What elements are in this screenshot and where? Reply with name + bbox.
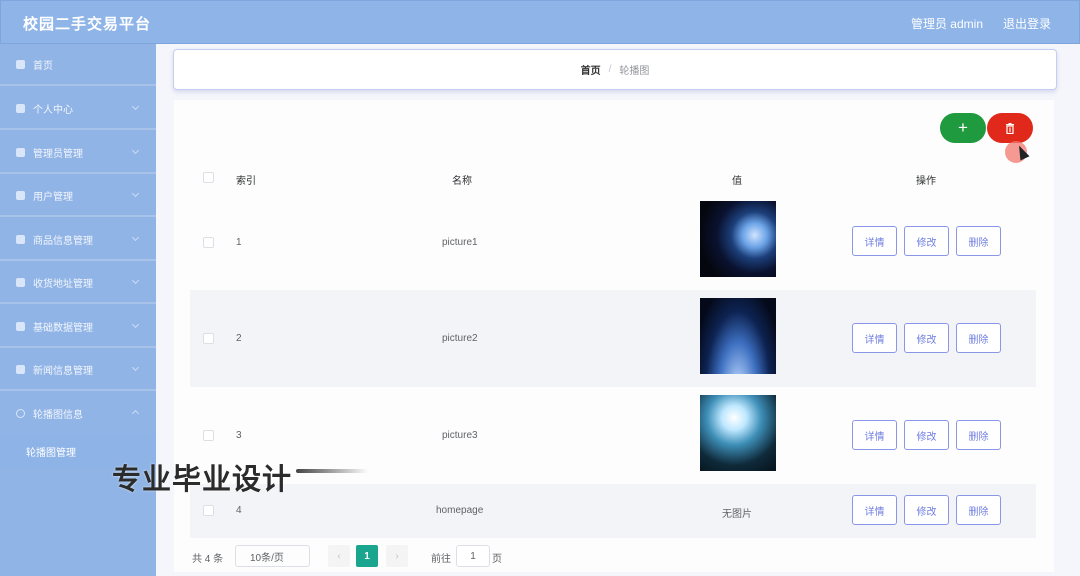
delete-button[interactable]: 删除 — [956, 323, 1001, 353]
row-index: 2 — [236, 333, 242, 344]
add-button[interactable]: + — [940, 113, 986, 143]
sidebar-item-users[interactable]: 用户管理 — [0, 175, 156, 217]
table-row: 1 picture1 详情 修改 删除 — [190, 196, 1036, 290]
logout-link[interactable]: 退出登录 — [1003, 15, 1051, 32]
top-bar: 校园二手交易平台 管理员 admin 退出登录 — [0, 0, 1080, 44]
table-row: 4 homepage 无图片 详情 修改 删除 — [190, 484, 1036, 538]
select-all-checkbox[interactable] — [203, 172, 214, 183]
sidebar-item-label: 收货地址管理 — [33, 278, 93, 290]
row-index: 1 — [236, 237, 242, 248]
app-title: 校园二手交易平台 — [23, 16, 152, 33]
row-index: 3 — [236, 430, 242, 441]
detail-button[interactable]: 详情 — [852, 323, 897, 353]
row-name: picture1 — [442, 237, 478, 248]
home-icon — [16, 59, 25, 69]
row-checkbox[interactable] — [203, 333, 214, 344]
row-checkbox[interactable] — [203, 430, 214, 441]
chevron-down-icon — [131, 233, 140, 242]
breadcrumb: 首页 / 轮播图 — [173, 49, 1057, 90]
row-name: picture2 — [442, 333, 478, 344]
header-actions: 操作 — [916, 176, 936, 187]
chevron-down-icon — [131, 363, 140, 372]
data-icon — [16, 321, 25, 331]
news-icon — [16, 364, 25, 374]
sidebar-item-label: 商品信息管理 — [33, 235, 93, 247]
delete-button[interactable]: 删除 — [956, 420, 1001, 450]
row-name: picture3 — [442, 430, 478, 441]
batch-delete-button[interactable] — [987, 113, 1033, 143]
pagination-total: 共 4 条 — [192, 554, 224, 565]
user-icon — [16, 103, 25, 113]
page-unit-label: 页 — [492, 554, 502, 565]
carousel-icon — [16, 408, 25, 418]
delete-button[interactable]: 删除 — [956, 495, 1001, 525]
edit-button[interactable]: 修改 — [904, 495, 949, 525]
chevron-down-icon — [131, 276, 140, 285]
pagination: 共 4 条 10条/页 ‹ 1 › 前往 1 页 — [190, 545, 1036, 567]
detail-button[interactable]: 详情 — [852, 495, 897, 525]
sidebar-item-label: 新闻信息管理 — [33, 365, 93, 377]
delete-button[interactable]: 删除 — [956, 226, 1001, 256]
admin-icon — [16, 147, 25, 157]
watermark-underline — [296, 469, 368, 473]
edit-button[interactable]: 修改 — [904, 323, 949, 353]
sidebar-item-goods[interactable]: 商品信息管理 — [0, 219, 156, 261]
sidebar-item-admins[interactable]: 管理员管理 — [0, 132, 156, 174]
chevron-down-icon — [131, 146, 140, 155]
breadcrumb-current: 轮播图 — [619, 66, 650, 77]
row-checkbox[interactable] — [203, 505, 214, 516]
goto-label: 前往 — [431, 554, 451, 565]
row-value: 无图片 — [722, 509, 752, 520]
goods-icon — [16, 234, 25, 244]
sidebar-item-label: 个人中心 — [33, 104, 73, 116]
goto-page-input[interactable]: 1 — [456, 545, 490, 567]
sidebar-item-label: 轮播图信息 — [33, 409, 83, 421]
row-name: homepage — [436, 505, 484, 516]
sidebar-item-home[interactable]: 首页 — [0, 44, 156, 86]
edit-button[interactable]: 修改 — [904, 226, 949, 256]
next-page-button[interactable]: › — [386, 545, 408, 567]
admin-label: 管理员 admin — [910, 17, 983, 31]
sidebar-item-basedata[interactable]: 基础数据管理 — [0, 306, 156, 348]
sidebar-item-label: 基础数据管理 — [33, 322, 93, 334]
sidebar-item-address[interactable]: 收货地址管理 — [0, 262, 156, 304]
sidebar-item-carousel[interactable]: 轮播图信息 — [0, 392, 156, 434]
sidebar-item-label: 用户管理 — [33, 191, 73, 203]
chevron-down-icon — [131, 102, 140, 111]
row-index: 4 — [236, 505, 242, 516]
chevron-down-icon — [131, 320, 140, 329]
header-name: 名称 — [452, 176, 472, 187]
sidebar-item-label: 首页 — [33, 60, 53, 72]
chevron-down-icon — [131, 189, 140, 198]
watermark-text: 专业毕业设计 — [112, 464, 293, 496]
sidebar-item-news[interactable]: 新闻信息管理 — [0, 349, 156, 391]
header-index: 索引 — [236, 176, 256, 187]
row-checkbox[interactable] — [203, 237, 214, 248]
detail-button[interactable]: 详情 — [852, 226, 897, 256]
header-value: 值 — [732, 176, 742, 187]
table-header: 索引 名称 值 操作 — [190, 158, 1036, 196]
space-planet-image — [700, 201, 776, 277]
page-number-current[interactable]: 1 — [356, 545, 378, 567]
breadcrumb-separator: / — [608, 64, 612, 75]
sidebar-item-label: 管理员管理 — [33, 148, 83, 160]
breadcrumb-home[interactable]: 首页 — [581, 62, 601, 77]
address-icon — [16, 277, 25, 287]
prev-page-button[interactable]: ‹ — [328, 545, 350, 567]
detail-button[interactable]: 详情 — [852, 420, 897, 450]
chevron-up-icon — [131, 409, 140, 418]
trash-icon — [1006, 122, 1014, 134]
sidebar-item-profile[interactable]: 个人中心 — [0, 88, 156, 130]
edit-button[interactable]: 修改 — [904, 420, 949, 450]
table-row: 2 picture2 详情 修改 删除 — [190, 290, 1036, 387]
users-icon — [16, 190, 25, 200]
page-size-select[interactable]: 10条/页 — [235, 545, 310, 567]
crystal-light-image — [700, 395, 776, 471]
earth-horizon-image — [700, 298, 776, 374]
